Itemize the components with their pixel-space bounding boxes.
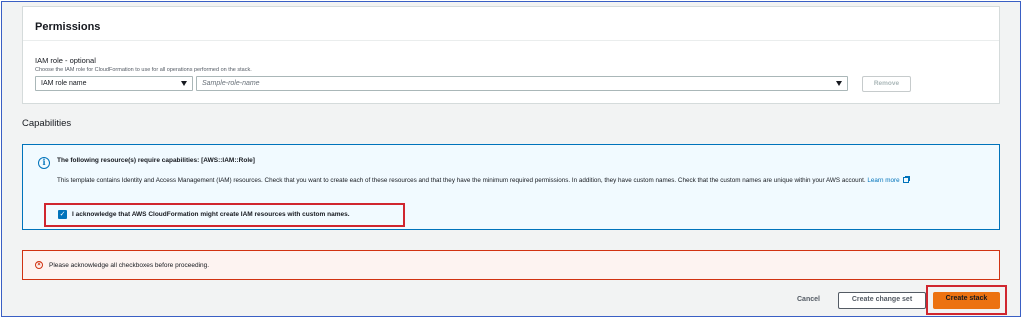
- remove-button[interactable]: Remove: [862, 76, 911, 92]
- external-link-icon: [902, 176, 910, 184]
- acknowledge-checkbox[interactable]: ✓: [58, 210, 67, 219]
- learn-more-label: Learn more: [867, 177, 900, 184]
- cloudformation-form: Permissions IAM role - optional Choose t…: [1, 1, 1021, 317]
- permissions-panel: Permissions IAM role - optional Choose t…: [22, 6, 1000, 104]
- permissions-header: Permissions: [23, 7, 999, 41]
- create-stack-highlight: Create stack: [926, 285, 1007, 315]
- capabilities-info-alert: i The following resource(s) require capa…: [22, 144, 1000, 230]
- error-circle-icon: ×: [35, 261, 43, 269]
- info-icon: i: [38, 157, 50, 169]
- error-message: Please acknowledge all checkboxes before…: [49, 262, 210, 269]
- iam-role-name-select[interactable]: Sample-role-name: [196, 76, 848, 91]
- info-heading: The following resource(s) require capabi…: [57, 157, 255, 164]
- iam-role-description: Choose the IAM role for CloudFormation t…: [35, 67, 252, 73]
- learn-more-link[interactable]: Learn more: [867, 176, 910, 184]
- error-alert: × Please acknowledge all checkboxes befo…: [22, 250, 1000, 280]
- caret-down-icon: [181, 81, 187, 86]
- cancel-button[interactable]: Cancel: [797, 296, 820, 303]
- create-stack-button[interactable]: Create stack: [933, 292, 1000, 309]
- info-body-text: This template contains Identity and Acce…: [57, 177, 866, 184]
- iam-role-name-placeholder: Sample-role-name: [202, 80, 260, 87]
- iam-role-label: IAM role - optional: [35, 56, 96, 65]
- iam-role-type-value: IAM role name: [41, 80, 87, 87]
- caret-down-icon: [836, 81, 842, 86]
- permissions-title: Permissions: [35, 21, 101, 33]
- info-body: This template contains Identity and Acce…: [57, 175, 987, 186]
- acknowledge-highlight: ✓ I acknowledge that AWS CloudFormation …: [44, 203, 405, 227]
- acknowledge-label[interactable]: I acknowledge that AWS CloudFormation mi…: [72, 211, 350, 218]
- iam-role-type-select[interactable]: IAM role name: [35, 76, 193, 91]
- capabilities-title: Capabilities: [22, 118, 72, 129]
- create-change-set-button[interactable]: Create change set: [838, 292, 926, 309]
